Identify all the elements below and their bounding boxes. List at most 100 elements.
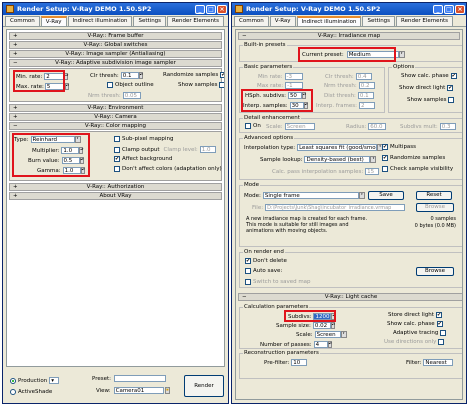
filter-dropdown[interactable]: Nearest	[423, 359, 454, 366]
object-outline-checkbox[interactable]	[107, 82, 113, 88]
nrm-thresh-input[interactable]: 0.2	[358, 82, 375, 89]
tab-vray[interactable]: V-Ray	[40, 16, 67, 26]
mode-dropdown[interactable]: Single frame	[262, 192, 359, 199]
maximize-icon[interactable]: □	[444, 4, 454, 14]
show-direct-light-label: Show direct light	[399, 85, 446, 91]
randomize-samples-checkbox[interactable]: ✔	[382, 155, 388, 161]
randomize-samples-checkbox[interactable]: ✔	[220, 72, 224, 78]
multipass-label: Multipass	[390, 144, 417, 150]
show-direct-light-checkbox[interactable]: ✔	[447, 85, 454, 91]
check-visibility-checkbox[interactable]	[382, 166, 388, 172]
clamp-output-checkbox[interactable]	[114, 146, 120, 153]
chevron-down-icon[interactable]: ▾	[340, 331, 347, 338]
chevron-down-icon[interactable]: ▾	[370, 156, 377, 163]
color-mapping-panel: Type: Reinhard ▾ Multiplier: 1.0 ▴▾ Burn…	[9, 131, 222, 181]
max-rate-spinner[interactable]: ▴▾	[64, 83, 69, 90]
tab-indirect-illumination[interactable]: Indirect illumination	[67, 16, 133, 26]
dont-affect-colors-checkbox[interactable]	[114, 166, 120, 172]
tab-common[interactable]: Common	[234, 16, 269, 26]
clr-thresh-input[interactable]: 0.4	[355, 73, 372, 80]
sample-size-input[interactable]: 0.02	[312, 322, 331, 329]
tab-settings[interactable]: Settings	[133, 16, 167, 26]
affect-background-checkbox[interactable]: ✔	[114, 156, 120, 162]
auto-save-checkbox[interactable]	[245, 268, 251, 274]
rollout-adaptive-subdivision[interactable]: − V-Ray:: Adaptive subdivision image samp…	[9, 59, 222, 67]
nrm-thresh-input[interactable]: 0.05	[122, 92, 141, 99]
close-icon[interactable]: ×	[217, 4, 227, 14]
render-button[interactable]: Render	[184, 375, 224, 397]
show-samples-checkbox[interactable]	[448, 97, 455, 103]
auto-save-browse-button[interactable]: Browse	[416, 267, 454, 276]
rollout-frame-buffer[interactable]: + V-Ray:: Frame buffer	[9, 32, 222, 40]
chevron-down-icon[interactable]: ▾	[358, 192, 365, 199]
clr-thresh-label: Clr thresh:	[325, 73, 354, 80]
number-of-passes-input[interactable]: 4	[313, 341, 328, 348]
maximize-icon[interactable]: □	[206, 4, 216, 14]
dont-delete-checkbox[interactable]: ✔	[245, 258, 251, 264]
detail-radius-input[interactable]: 60.0	[368, 123, 387, 130]
multipass-checkbox[interactable]: ✔	[382, 144, 388, 150]
clamp-level-input[interactable]: 1.0	[199, 146, 216, 153]
sample-lookup-dropdown[interactable]: Density-based (best)	[304, 156, 371, 163]
dist-thresh-input[interactable]: 0.1	[357, 92, 374, 99]
rollout-color-mapping[interactable]: − V-Ray:: Color mapping	[9, 122, 222, 130]
reset-button[interactable]: Reset	[416, 191, 452, 200]
min-rate-input[interactable]: -3	[284, 73, 303, 80]
file-path-input[interactable]: D:\Projects\Junk\Shag\incubator_irradian…	[265, 204, 406, 211]
rollout-authorization[interactable]: + V-Ray:: Authorization	[9, 183, 222, 191]
lc-show-calc-label: Show calc. phase	[387, 321, 435, 327]
interp-frames-input[interactable]: 2	[358, 102, 375, 109]
show-samples-checkbox[interactable]	[219, 82, 224, 88]
rollout-irradiance-map[interactable]: − V-Ray:: Irradiance map	[238, 32, 460, 40]
dont-affect-colors-label: Don't affect colors (adaptation only)	[122, 166, 222, 172]
rollout-light-cache[interactable]: − V-Ray:: Light cache	[238, 293, 462, 301]
on-render-end-group: On render end ✔ Don't delete Auto save: …	[239, 249, 462, 288]
sample-size-spinner[interactable]: ▴▾	[330, 322, 335, 329]
randomize-samples-label: Randomize samples	[390, 155, 446, 161]
tab-render-elements[interactable]: Render Elements	[396, 16, 454, 26]
tab-common[interactable]: Common	[5, 16, 40, 26]
production-radio[interactable]	[10, 377, 16, 384]
activeshade-radio[interactable]	[10, 389, 16, 395]
subpixel-mapping-checkbox[interactable]	[114, 136, 120, 142]
show-calc-phase-checkbox[interactable]: ✔	[450, 73, 457, 79]
tab-indirect-illumination[interactable]: Indirect illumination	[296, 16, 362, 26]
rollout-image-sampler[interactable]: + V-Ray:: Image sampler (Antialiasing)	[9, 50, 222, 58]
minimize-icon[interactable]: _	[433, 4, 443, 14]
adaptive-tracing-checkbox[interactable]	[440, 330, 447, 336]
clr-thresh-input[interactable]: 0.1	[120, 72, 139, 79]
lc-scale-dropdown[interactable]: Screen	[314, 331, 341, 338]
number-of-passes-spinner[interactable]: ▴▾	[327, 341, 332, 348]
detail-scale-dropdown[interactable]: Screen	[284, 123, 315, 130]
chevron-down-icon[interactable]: ▾	[398, 51, 405, 58]
max-rate-input[interactable]: -1	[285, 82, 304, 89]
detail-on-checkbox[interactable]	[245, 123, 251, 129]
minimize-icon[interactable]: _	[195, 4, 205, 14]
interpolation-type-dropdown[interactable]: Least squares fit (good/smooth	[297, 144, 378, 151]
calc-pass-input[interactable]: 15	[365, 168, 380, 175]
object-outline-label: Object outline	[115, 82, 154, 88]
detail-on-label: On	[253, 123, 261, 129]
close-icon[interactable]: ×	[455, 4, 465, 14]
rollout-global-switches[interactable]: + V-Ray:: Global switches	[9, 41, 222, 49]
samples-count: 0 samples	[430, 216, 456, 222]
view-dropdown[interactable]: Camera01	[113, 387, 164, 394]
tab-settings[interactable]: Settings	[362, 16, 396, 26]
browse-button[interactable]: Browse	[416, 203, 454, 212]
detail-subdivs-input[interactable]: 0.3	[439, 123, 456, 130]
prefilter-input[interactable]: 10	[291, 359, 308, 366]
lc-show-calc-checkbox[interactable]: ✔	[436, 321, 443, 327]
store-direct-light-checkbox[interactable]: ✔	[435, 312, 442, 318]
lock-icon[interactable]: 🔒	[164, 387, 170, 394]
switch-to-saved-checkbox[interactable]	[245, 279, 251, 285]
tab-render-elements[interactable]: Render Elements	[167, 16, 225, 26]
preset-dropdown[interactable]	[114, 375, 167, 382]
rollout-environment[interactable]: + V-Ray:: Environment	[9, 104, 222, 112]
clr-thresh-spinner[interactable]: ▴▾	[138, 72, 143, 79]
use-directions-checkbox[interactable]	[438, 339, 445, 345]
rollout-about-vray[interactable]: + About VRay	[9, 192, 222, 200]
save-button[interactable]: Save	[368, 191, 404, 200]
tab-vray[interactable]: V-Ray	[269, 16, 296, 26]
rollout-camera[interactable]: + V-Ray:: Camera	[9, 113, 222, 121]
production-dropdown[interactable]: ▾	[49, 377, 60, 384]
